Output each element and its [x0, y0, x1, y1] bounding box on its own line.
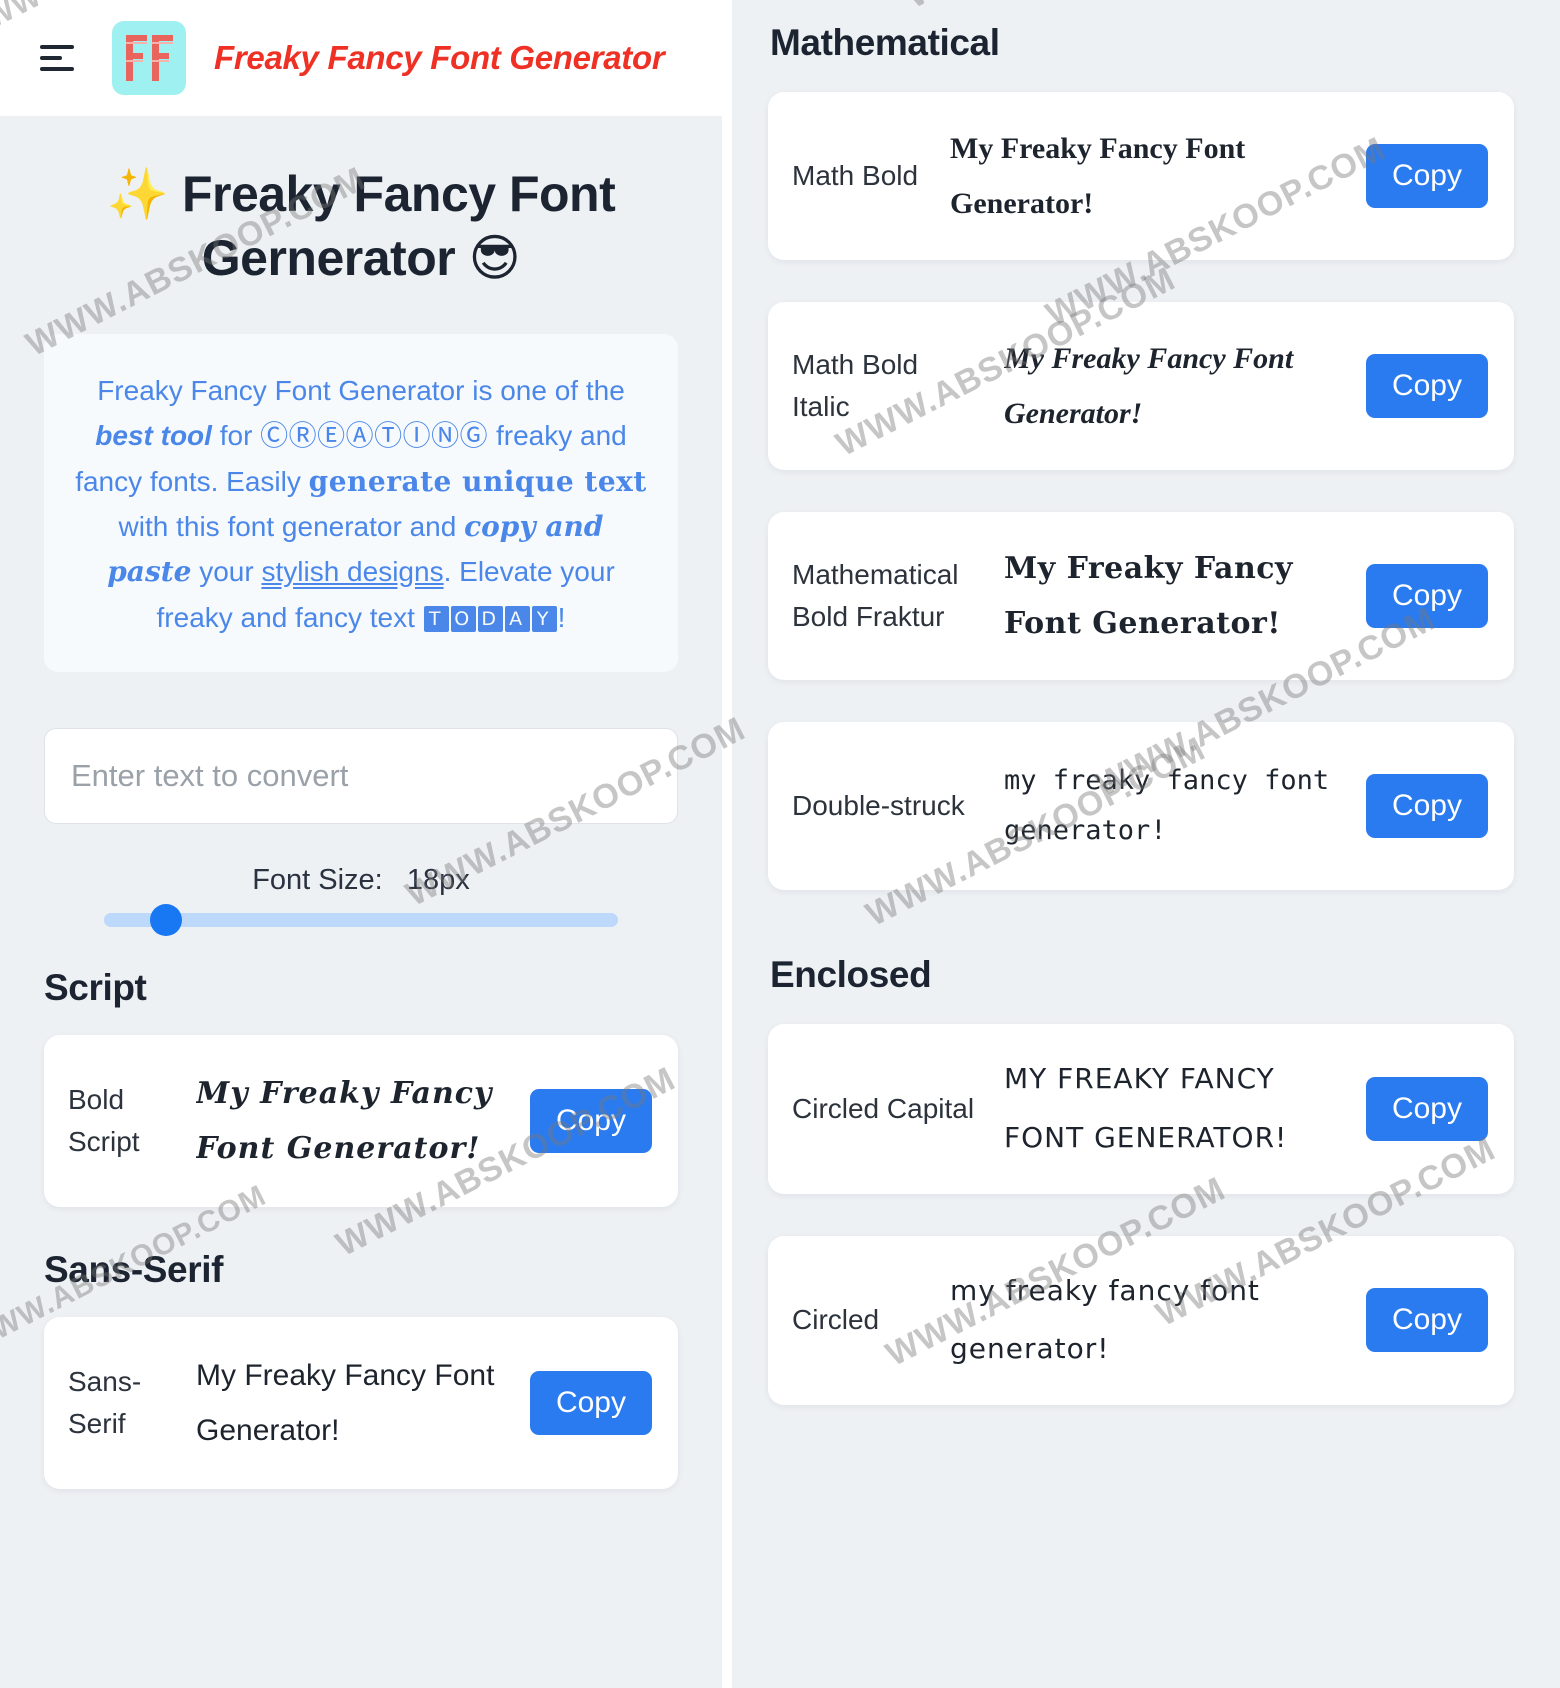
font-style-label: Mathematical Bold Fraktur	[792, 559, 959, 632]
section-heading: Script	[44, 967, 147, 1009]
intro-circled-creating: ⒸⓇⒺⒶⓉⒾⓃⒼ	[260, 419, 489, 453]
font-style-preview: My Freaky Fancy Font Generator!	[1004, 550, 1293, 642]
font-style-preview: MY FREAKY FANCY FONT GENERATOR!	[1004, 1062, 1288, 1154]
intro-bold-best-tool: best tool	[95, 420, 212, 452]
copy-button[interactable]: Copy	[529, 1089, 652, 1154]
font-size-slider-group: Font Size: 18px	[44, 864, 678, 937]
intro-part-1: Freaky Fancy Font Generator is one of th…	[97, 375, 625, 406]
hamburger-menu-icon[interactable]	[40, 36, 84, 80]
font-style-card: Math Bold Italic My Freaky Fancy Font Gen…	[768, 302, 1514, 470]
intro-part-7: !	[557, 601, 566, 633]
font-style-card: Circled Capital MY FREAKY FANCY FONT GENE…	[768, 1024, 1514, 1194]
font-style-label: Math Bold	[792, 160, 919, 191]
sparkles-icon: ✨	[106, 165, 169, 223]
page-title-text: Freaky Fancy Font Gernerator	[181, 166, 616, 286]
copy-button[interactable]: Copy	[1365, 564, 1488, 628]
left-column: Freaky Fancy Font Generator ✨ Freaky Fan…	[0, 0, 722, 1688]
font-size-value: 18px	[406, 864, 470, 897]
font-style-label: Math Bold Italic	[792, 349, 919, 422]
sunglasses-emoji-icon: 😎	[468, 229, 521, 287]
intro-description: Freaky Fancy Font Generator is one of th…	[44, 334, 678, 673]
font-style-preview: My Freaky Fancy Font Generator!	[950, 131, 1246, 221]
copy-button[interactable]: Copy	[1365, 774, 1488, 838]
intro-fraktur-generate: generate unique text	[308, 464, 647, 498]
font-size-slider-track[interactable]	[104, 904, 618, 937]
app-logo[interactable]	[112, 21, 186, 95]
font-style-preview: my freaky fancy font generator!	[950, 1273, 1260, 1366]
copy-button[interactable]: Copy	[529, 1371, 652, 1436]
page-title: ✨ Freaky Fancy Font Gernerator 😎	[44, 162, 678, 290]
intro-squared-today: TODAY	[423, 601, 558, 634]
right-column: Mathematical Math Bold My Freaky Fancy Fon…	[732, 0, 1560, 1688]
left-sections: Script Bold Script My Freaky Fancy Font Ge…	[0, 967, 722, 1490]
intro-part-4: with this font generator and	[118, 511, 465, 543]
intro-part-5: your	[191, 556, 262, 588]
font-size-label-text: Font Size:	[252, 864, 383, 897]
font-size-label: Font Size: 18px	[44, 864, 678, 897]
font-style-label: Bold Script	[68, 1084, 140, 1158]
font-style-card: Mathematical Bold Fraktur My Freaky Fancy…	[768, 512, 1514, 680]
copy-button[interactable]: Copy	[1365, 1076, 1488, 1141]
copy-button[interactable]: Copy	[1365, 1288, 1488, 1353]
font-style-card: Double-struck my freaky fancy font genera…	[768, 722, 1514, 890]
intro-part-2: for	[211, 420, 261, 452]
intro-underlined-designs: stylish designs	[261, 556, 444, 588]
font-style-card: Math Bold My Freaky Fancy Font Generator!…	[768, 92, 1514, 260]
font-style-preview: my freaky fancy font generator!	[1004, 765, 1330, 846]
font-size-slider-thumb[interactable]	[149, 904, 182, 937]
font-style-card: Circled my freaky fancy font generator! Co…	[768, 1235, 1514, 1406]
font-style-label: Double-struck	[792, 790, 965, 821]
font-style-card: Bold Script My Freaky Fancy Font Generato…	[44, 1035, 678, 1208]
app-header: Freaky Fancy Font Generator	[0, 0, 722, 116]
font-style-label: Sans-Serif	[68, 1366, 142, 1440]
font-style-preview: My Freaky Fancy Font Generator!	[196, 1075, 493, 1167]
column-divider	[722, 0, 732, 1688]
font-style-label: Circled	[792, 1304, 880, 1336]
brand-title: Freaky Fancy Font Generator	[214, 39, 665, 76]
section-heading: Sans-Serif	[44, 1249, 224, 1291]
copy-button[interactable]: Copy	[1365, 354, 1488, 418]
app-root: Freaky Fancy Font Generator ✨ Freaky Fan…	[0, 0, 1560, 1688]
font-style-card: Sans-Serif My Freaky Fancy Font Generator…	[44, 1317, 678, 1490]
copy-button[interactable]: Copy	[1365, 144, 1488, 208]
font-style-label: Circled Capital	[792, 1092, 975, 1124]
font-style-preview: My Freaky Fancy Font Generator!	[196, 1358, 495, 1448]
text-convert-input[interactable]	[44, 728, 678, 825]
font-style-preview: My Freaky Fancy Font Generator!	[1004, 341, 1294, 431]
section-heading: Mathematical	[770, 22, 1000, 63]
right-sections: Mathematical Math Bold My Freaky Fancy Fon…	[768, 22, 1560, 1406]
section-heading: Enclosed	[770, 954, 932, 995]
